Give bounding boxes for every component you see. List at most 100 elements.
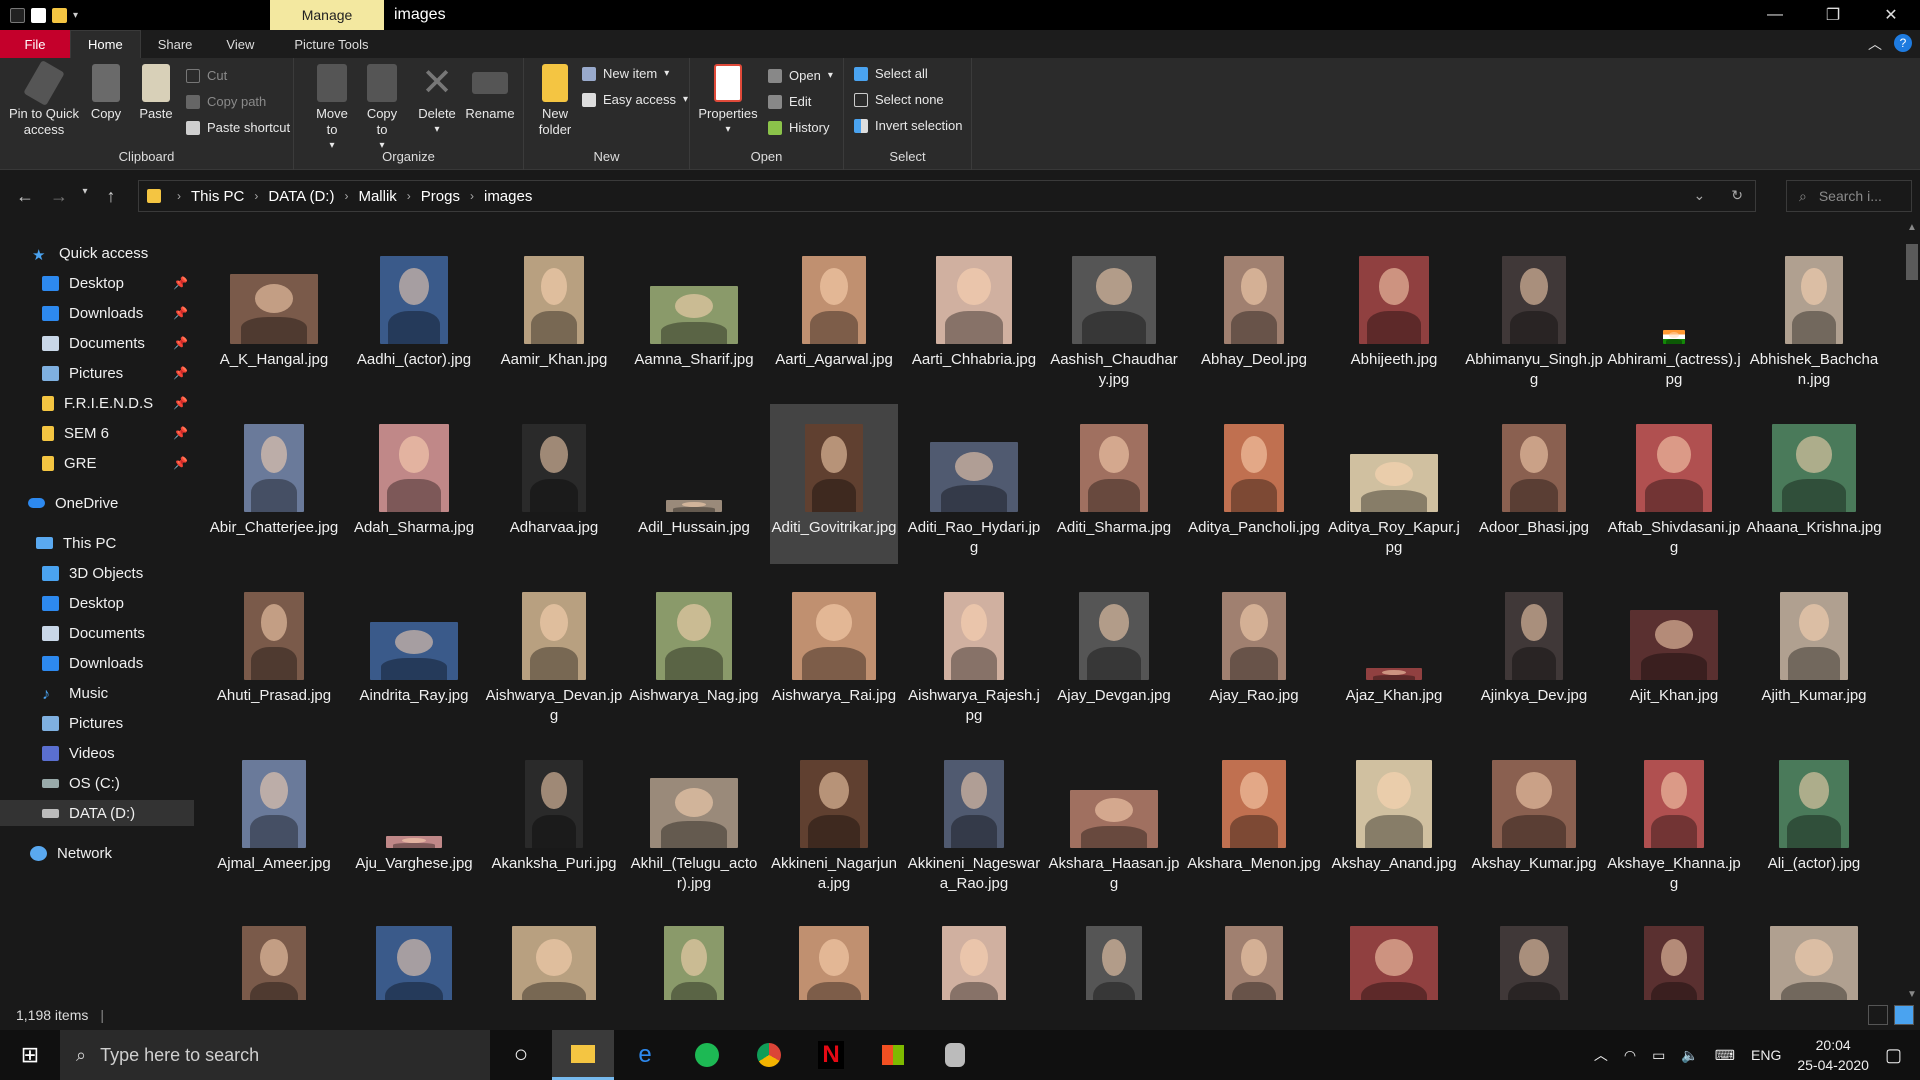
file-item[interactable] [1050, 908, 1178, 1000]
file-item[interactable]: Akshara_Haasan.jpg [1049, 740, 1179, 900]
file-item[interactable]: Ajmal_Ameer.jpg [210, 740, 338, 900]
new-folder-button[interactable]: New folder [530, 64, 580, 138]
file-item[interactable]: Ajay_Devgan.jpg [1050, 572, 1178, 732]
nav-desktop[interactable]: Desktop [0, 590, 194, 616]
file-item[interactable]: Abhay_Deol.jpg [1190, 236, 1318, 396]
file-item[interactable] [210, 908, 338, 1000]
nav-documents-pinned[interactable]: Documents 📌 [0, 330, 194, 356]
nav-os-c[interactable]: OS (C:) [0, 770, 194, 796]
collapse-ribbon-icon[interactable]: ︿ [1868, 34, 1882, 54]
up-arrow-icon[interactable]: ↑ [98, 186, 124, 207]
open-button[interactable]: Open ▾ [768, 68, 833, 83]
file-item[interactable] [1610, 908, 1738, 1000]
large-icons-view-button[interactable] [1894, 1005, 1914, 1025]
address-dropdown-icon[interactable]: ⌄ [1694, 187, 1706, 204]
file-item[interactable]: Abhijeeth.jpg [1330, 236, 1458, 396]
nav-downloads-pinned[interactable]: Downloads 📌 [0, 300, 194, 326]
chrome-taskbar-icon[interactable] [738, 1030, 800, 1080]
minimize-button[interactable]: — [1746, 0, 1804, 30]
spotify-taskbar-icon[interactable] [676, 1030, 738, 1080]
breadcrumb-progs[interactable]: Progs [421, 188, 460, 205]
file-item[interactable] [910, 908, 1038, 1000]
file-item[interactable]: Aishwarya_Devan.jpg [486, 572, 622, 732]
file-item[interactable] [770, 908, 898, 1000]
nav-this-pc[interactable]: This PC [0, 530, 194, 556]
file-item[interactable]: Aishwarya_Rajesh.jpg [908, 572, 1040, 732]
file-item[interactable]: Ajaz_Khan.jpg [1330, 572, 1458, 732]
language-indicator[interactable]: ENG [1751, 1047, 1781, 1063]
file-item[interactable]: Abhimanyu_Singh.jpg [1465, 236, 1603, 396]
recent-locations-icon[interactable]: ▾ [80, 186, 90, 207]
file-item[interactable]: Akshaye_Khanna.jpg [1607, 740, 1741, 900]
file-item[interactable] [1470, 908, 1598, 1000]
file-item[interactable]: Aishwarya_Rai.jpg [770, 572, 898, 732]
file-item[interactable]: Aditya_Pancholi.jpg [1188, 404, 1320, 564]
wifi-icon[interactable]: ◠ [1624, 1047, 1636, 1064]
manage-context-tab[interactable]: Manage [270, 0, 384, 30]
forward-arrow-icon[interactable]: → [46, 186, 72, 207]
paste-button[interactable]: Paste [134, 64, 178, 122]
file-item[interactable]: Aftab_Shivdasani.jpg [1608, 404, 1740, 564]
scrollbar-thumb[interactable] [1906, 244, 1918, 280]
move-to-button[interactable]: Move to ▾ [310, 64, 354, 154]
file-item[interactable]: Akhil_(Telugu_actor).jpg [630, 740, 758, 900]
tab-view[interactable]: View [209, 30, 271, 58]
nav-videos[interactable]: Videos [0, 740, 194, 766]
keyboard-icon[interactable]: ⌨ [1715, 1047, 1735, 1064]
file-item[interactable]: Aamna_Sharif.jpg [630, 236, 758, 396]
rename-button[interactable]: Rename [464, 64, 516, 122]
edge-taskbar-icon[interactable]: e [614, 1030, 676, 1080]
address-bar[interactable]: › This PC › DATA (D:) › Mallik › Progs ›… [138, 180, 1756, 212]
close-button[interactable]: ✕ [1862, 0, 1920, 30]
nav-onedrive[interactable]: OneDrive [0, 490, 194, 516]
new-item-button[interactable]: New item ▾ [582, 66, 669, 81]
nav-friends-folder[interactable]: F.R.I.E.N.D.S 📌 [0, 390, 194, 416]
copy-button[interactable]: Copy [84, 64, 128, 122]
nav-3d-objects[interactable]: 3D Objects [0, 560, 194, 586]
file-item[interactable]: Adoor_Bhasi.jpg [1470, 404, 1598, 564]
file-item[interactable] [350, 908, 478, 1000]
delete-button[interactable]: ✕ Delete ▾ [414, 64, 460, 138]
file-item[interactable]: Abhirami_(actress).jpg [1607, 236, 1741, 396]
file-item[interactable]: Ajinkya_Dev.jpg [1470, 572, 1598, 732]
file-item[interactable]: Abhishek_Bachchan.jpg [1750, 236, 1878, 396]
taskbar-search-input[interactable]: ⌕ Type here to search [60, 1030, 490, 1080]
nav-gre-folder[interactable]: GRE 📌 [0, 450, 194, 476]
clock[interactable]: 20:04 25-04-2020 [1797, 1035, 1869, 1075]
breadcrumb-images[interactable]: images [484, 188, 532, 205]
paste-shortcut-button[interactable]: Paste shortcut [186, 120, 290, 135]
nav-quick-access[interactable]: ★ Quick access [0, 240, 194, 266]
microsoft-store-taskbar-icon[interactable] [862, 1030, 924, 1080]
file-explorer-taskbar-icon[interactable] [552, 1030, 614, 1080]
file-item[interactable]: Ajay_Rao.jpg [1190, 572, 1318, 732]
history-button[interactable]: History [768, 120, 829, 135]
vertical-scrollbar[interactable]: ▲ ▼ [1904, 222, 1920, 1000]
file-item[interactable]: Aishwarya_Nag.jpg [629, 572, 759, 732]
nav-data-d[interactable]: DATA (D:) [0, 800, 194, 826]
nav-documents[interactable]: Documents [0, 620, 194, 646]
search-input[interactable]: ⌕ Search i... [1786, 180, 1912, 212]
cut-button[interactable]: Cut [186, 68, 227, 83]
file-item[interactable]: Aarti_Chhabria.jpg [910, 236, 1038, 396]
properties-button[interactable]: Properties ▾ [696, 64, 760, 138]
properties-qat-icon[interactable] [31, 7, 46, 23]
new-folder-qat-icon[interactable] [52, 7, 67, 23]
nav-music[interactable]: ♪ Music [0, 680, 194, 706]
nav-downloads[interactable]: Downloads [0, 650, 194, 676]
tab-picture-tools[interactable]: Picture Tools [277, 30, 385, 58]
breadcrumb-this-pc[interactable]: This PC [191, 188, 244, 205]
file-item[interactable]: Akshay_Anand.jpg [1330, 740, 1458, 900]
file-item[interactable]: Aashish_Chaudhary.jpg [1050, 236, 1178, 396]
file-item[interactable] [490, 908, 618, 1000]
nav-pictures-pinned[interactable]: Pictures 📌 [0, 360, 194, 386]
tab-file[interactable]: File [0, 30, 70, 58]
chevron-up-icon[interactable]: ︿ [1594, 1045, 1608, 1065]
details-view-button[interactable] [1868, 1005, 1888, 1025]
breadcrumb-data-d[interactable]: DATA (D:) [268, 188, 334, 205]
file-item[interactable]: Aditya_Roy_Kapur.jpg [1328, 404, 1460, 564]
file-item[interactable]: Abir_Chatterjee.jpg [210, 404, 338, 564]
notifications-icon[interactable]: ▢ [1885, 1045, 1902, 1066]
help-icon[interactable]: ? [1894, 34, 1912, 52]
netflix-taskbar-icon[interactable]: N [800, 1030, 862, 1080]
file-item[interactable]: Aamir_Khan.jpg [490, 236, 618, 396]
